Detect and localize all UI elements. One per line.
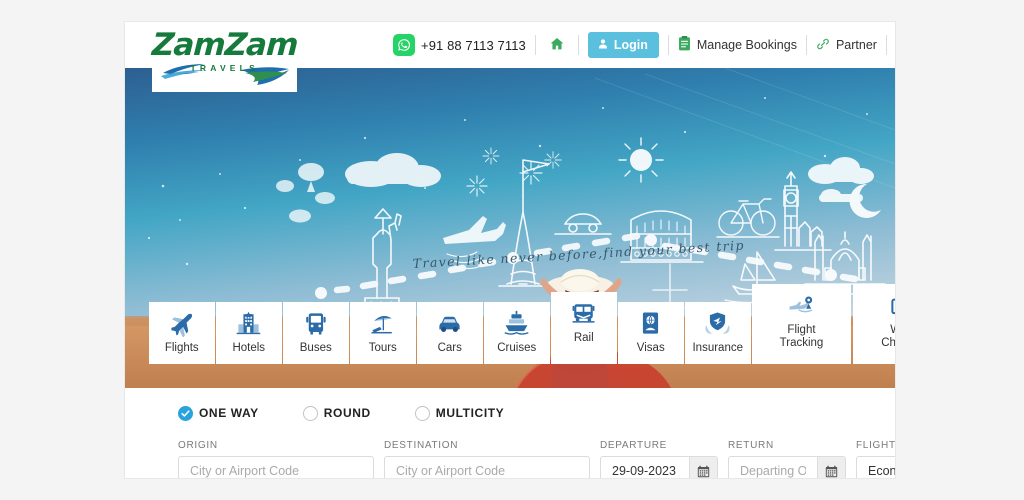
tab-flights[interactable]: Flights — [149, 302, 215, 364]
departure-date-input[interactable] — [601, 457, 689, 478]
tab-cruises[interactable]: Cruises — [484, 302, 550, 364]
home-icon — [549, 36, 565, 55]
site-logo[interactable]: ZamZam TRAVELS — [150, 24, 299, 92]
divider — [577, 35, 579, 55]
tab-label: Rail — [573, 332, 594, 344]
search-fields: ORIGIN DESTINATION DEPARTURE — [178, 440, 895, 478]
tab-insurance[interactable]: Insurance — [685, 302, 751, 364]
home-button[interactable] — [545, 36, 569, 55]
tab-buses[interactable]: Buses — [283, 302, 349, 364]
field-label: DEPARTURE — [600, 440, 668, 451]
tab-label: Tours — [368, 342, 397, 354]
trip-type-one-way[interactable]: ONE WAY — [178, 405, 259, 421]
trip-type-label: ROUND — [323, 406, 371, 420]
field-flight-class: FLIGHT — [856, 440, 895, 478]
bus-icon — [302, 309, 329, 337]
trip-type-group: ONE WAY ROUND MULTICITY — [178, 402, 879, 424]
manage-bookings-label: Manage Bookings — [696, 38, 797, 52]
origin-input[interactable] — [179, 457, 373, 478]
hotel-icon — [235, 309, 262, 337]
trip-type-multicity[interactable]: MULTICITY — [414, 405, 505, 421]
tab-label: Visas — [636, 342, 665, 354]
destination-input-wrap[interactable] — [384, 456, 590, 478]
radio-icon — [302, 405, 318, 421]
partner-link[interactable]: Partner — [816, 37, 877, 54]
flight-class-input-wrap[interactable] — [856, 456, 895, 478]
logo-swoosh: TRAVELS — [155, 59, 295, 85]
divider — [805, 35, 807, 55]
tab-label: Cars — [437, 342, 462, 354]
tab-tours[interactable]: Tours — [350, 302, 416, 364]
tab-web-checkin[interactable]: Web Checkin — [852, 284, 895, 364]
departure-input-wrap[interactable] — [600, 456, 718, 478]
trip-type-label: ONE WAY — [199, 406, 259, 420]
field-label: RETURN — [728, 440, 774, 451]
tab-label: Web Checkin — [881, 324, 895, 349]
whatsapp-contact[interactable]: +91 88 7113 7113 — [393, 34, 526, 56]
tab-label: Hotels — [232, 342, 266, 354]
field-destination: DESTINATION — [384, 440, 590, 478]
divider — [667, 35, 669, 55]
tab-cars[interactable]: Cars — [417, 302, 483, 364]
radio-selected-icon — [178, 405, 193, 421]
tab-label: Buses — [299, 342, 332, 354]
field-label: ORIGIN — [178, 440, 218, 451]
train-icon — [570, 299, 597, 327]
service-tabs: Flights Hotels Buses Tours Cars Cruises … — [149, 278, 895, 364]
radar-icon — [787, 291, 817, 319]
departure-calendar-button[interactable] — [689, 457, 717, 478]
field-label: DESTINATION — [384, 440, 459, 451]
manage-bookings-link[interactable]: Manage Bookings — [678, 36, 797, 54]
return-input-wrap[interactable] — [728, 456, 846, 478]
destination-input[interactable] — [385, 457, 589, 478]
tab-visas[interactable]: Visas — [618, 302, 684, 364]
login-button[interactable]: Login — [587, 32, 659, 58]
shield-icon — [704, 309, 731, 337]
return-date-input[interactable] — [729, 457, 817, 478]
radio-icon — [414, 405, 430, 421]
field-label: FLIGHT — [856, 440, 895, 451]
tab-label: Insurance — [692, 342, 743, 354]
page-frame: Travel like never before,find your best … — [125, 22, 895, 478]
field-return: RETURN — [728, 440, 846, 478]
tab-label: Flight Tracking — [779, 324, 824, 349]
partner-label: Partner — [835, 38, 877, 52]
tab-label: Cruises — [497, 342, 537, 354]
field-origin: ORIGIN — [178, 440, 374, 478]
web-checkin-icon — [889, 291, 895, 319]
flight-class-input[interactable] — [857, 457, 895, 478]
tab-label: Flights — [164, 342, 199, 354]
return-calendar-button[interactable] — [817, 457, 845, 478]
divider — [534, 35, 536, 55]
login-button-label: Login — [613, 38, 648, 52]
trip-type-round[interactable]: ROUND — [302, 405, 371, 421]
passport-icon — [637, 309, 664, 337]
search-panel: ONE WAY ROUND MULTICITY ORIGIN DESTINATI… — [162, 388, 895, 478]
logo-wordmark: ZamZam — [150, 27, 299, 63]
field-departure: DEPARTURE — [600, 440, 718, 478]
airplane-icon — [168, 309, 195, 337]
tab-hotels[interactable]: Hotels — [216, 302, 282, 364]
ship-icon — [503, 309, 530, 337]
beach-icon — [369, 309, 396, 337]
car-icon — [436, 309, 463, 337]
clipboard-icon — [678, 36, 691, 54]
user-icon — [597, 38, 609, 53]
whatsapp-icon — [393, 34, 415, 56]
phone-number: +91 88 7113 7113 — [421, 37, 526, 53]
tab-rail[interactable]: Rail — [551, 292, 617, 364]
logo-tagline: TRAVELS — [190, 63, 259, 73]
origin-input-wrap[interactable] — [178, 456, 374, 478]
tab-flight-tracking[interactable]: Flight Tracking — [752, 284, 851, 364]
trip-type-label: MULTICITY — [435, 406, 505, 420]
divider — [885, 35, 887, 55]
header-nav: +91 88 7113 7113 Login Manage Bookings P… — [393, 22, 895, 68]
link-icon — [816, 37, 830, 54]
